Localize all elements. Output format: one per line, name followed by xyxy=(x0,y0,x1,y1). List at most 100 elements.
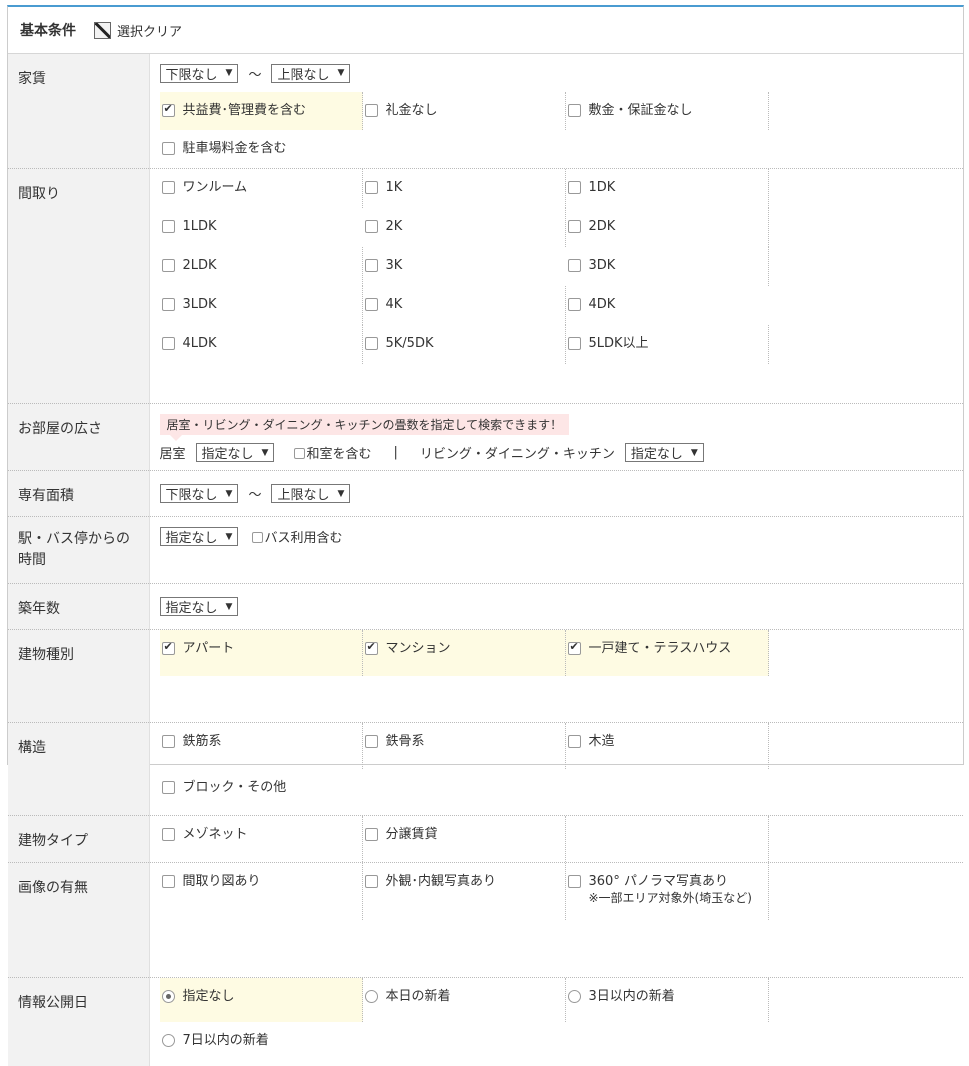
option-label: ブロック・その他 xyxy=(183,779,287,796)
row-label-building-type: 建物タイプ xyxy=(8,816,149,863)
option-text: 指定なし xyxy=(183,989,235,1004)
range-tilde: ～ xyxy=(248,484,261,503)
clear-selection-label: 選択クリア xyxy=(117,21,182,40)
checkbox-option[interactable]: 4DK xyxy=(566,286,769,325)
clear-selection-button[interactable]: 選択クリア xyxy=(94,21,182,40)
radio-icon xyxy=(162,990,175,1003)
checkbox-option[interactable]: 1K xyxy=(363,169,566,208)
area-max-select[interactable]: 上限なし▼ xyxy=(271,484,350,503)
washitsu-checkbox[interactable]: 和室を含む xyxy=(294,443,371,462)
separator: | xyxy=(393,445,397,460)
option-text: 5LDK以上 xyxy=(589,336,649,351)
row-layout: 間取り ワンルーム 1K 1DK 1LDK 2K 2DK 2LDK 3K 3DK 3LDK 4K 4D… xyxy=(8,169,963,404)
checkbox-icon xyxy=(162,337,175,350)
checkbox-option[interactable]: 3LDK xyxy=(160,286,363,325)
room-label: 居室 xyxy=(160,443,186,462)
rent-min-select[interactable]: 下限なし▼ xyxy=(160,64,239,83)
chevron-down-icon: ▼ xyxy=(262,448,269,458)
option-text: 2K xyxy=(386,219,403,234)
checkbox-option[interactable]: 3K xyxy=(363,247,566,286)
checkbox-icon xyxy=(365,875,378,888)
row-age: 築年数 指定なし▼ xyxy=(8,584,963,630)
radio-icon xyxy=(568,990,581,1003)
option-text: 駐車場料金を含む xyxy=(183,141,287,156)
checkbox-option[interactable]: マンション xyxy=(363,630,566,676)
bus-checkbox[interactable]: バス利用含む xyxy=(252,527,342,546)
option-text: 3日以内の新着 xyxy=(589,989,675,1004)
checkbox-option[interactable]: 2LDK xyxy=(160,247,363,286)
option-label: 分譲賃貸 xyxy=(386,826,438,843)
option-text: 外観･内観写真あり xyxy=(386,874,497,889)
checkbox-icon xyxy=(162,220,175,233)
row-label-layout: 間取り xyxy=(8,169,149,404)
checkbox-icon xyxy=(252,532,263,543)
option-text: 敷金・保証金なし xyxy=(589,103,693,118)
checkbox-icon xyxy=(162,828,175,841)
radio-option[interactable]: 指定なし xyxy=(160,978,363,1022)
option-text: 3DK xyxy=(589,258,616,273)
checkbox-option[interactable]: 3DK xyxy=(566,247,769,286)
checkbox-option[interactable]: メゾネット xyxy=(160,816,363,862)
option-text: ブロック・その他 xyxy=(183,780,287,795)
checkbox-option[interactable]: 間取り図あり xyxy=(160,863,363,920)
option-label: 1K xyxy=(386,179,403,196)
checkbox-option[interactable]: 2DK xyxy=(566,208,769,247)
radio-option[interactable]: 3日以内の新着 xyxy=(566,978,769,1022)
checkbox-icon xyxy=(162,875,175,888)
checkbox-icon xyxy=(568,642,581,655)
area-min-select[interactable]: 下限なし▼ xyxy=(160,484,239,503)
checkbox-option[interactable]: 2K xyxy=(363,208,566,247)
building-type-options: メゾネット 分譲賃貸 xyxy=(160,816,964,862)
checkbox-option[interactable]: 4LDK xyxy=(160,325,363,364)
row-label-area: 専有面積 xyxy=(8,471,149,517)
option-label: 本日の新着 xyxy=(386,988,451,1005)
room-size-select[interactable]: 指定なし▼ xyxy=(196,443,275,462)
checkbox-option[interactable]: 5LDK以上 xyxy=(566,325,769,364)
checkbox-option[interactable]: ワンルーム xyxy=(160,169,363,208)
checkbox-option[interactable]: 外観･内観写真あり xyxy=(363,863,566,920)
option-text: 一戸建て・テラスハウス xyxy=(589,641,732,656)
checkbox-icon xyxy=(365,259,378,272)
option-label: 360° パノラマ写真あり※一部エリア対象外(埼玉など) xyxy=(589,873,752,907)
checkbox-option[interactable]: 鉄骨系 xyxy=(363,723,566,769)
checkbox-option[interactable]: アパート xyxy=(160,630,363,676)
rent-max-select[interactable]: 上限なし▼ xyxy=(271,64,350,83)
row-room-size: お部屋の広さ 居室・リビング・ダイニング・キッチンの畳数を指定して検索できます！… xyxy=(8,404,963,471)
checkbox-option[interactable]: 鉄筋系 xyxy=(160,723,363,769)
option-label: 4DK xyxy=(589,296,616,313)
checkbox-option[interactable]: ブロック・その他 xyxy=(160,769,363,815)
option-label: 2LDK xyxy=(183,257,217,274)
checkbox-option[interactable]: 敷金・保証金なし xyxy=(566,92,769,130)
option-text: 3LDK xyxy=(183,297,217,312)
checkbox-option[interactable]: 一戸建て・テラスハウス xyxy=(566,630,769,676)
radio-option[interactable]: 7日以内の新着 xyxy=(160,1022,363,1066)
checkbox-icon xyxy=(365,642,378,655)
building-kind-options: アパートマンション 一戸建て・テラスハウス xyxy=(160,630,964,722)
empty-cell xyxy=(160,676,363,722)
empty-cell xyxy=(160,364,363,403)
option-text: 1K xyxy=(386,180,403,195)
checkbox-option[interactable]: 1DK xyxy=(566,169,769,208)
age-select[interactable]: 指定なし▼ xyxy=(160,597,239,616)
option-label: 外観･内観写真あり xyxy=(386,873,497,890)
ldk-size-select[interactable]: 指定なし▼ xyxy=(625,443,704,462)
checkbox-option[interactable]: 4K xyxy=(363,286,566,325)
checkbox-option[interactable]: 木造 xyxy=(566,723,769,769)
checkbox-option[interactable]: 礼金なし xyxy=(363,92,566,130)
station-time-select[interactable]: 指定なし▼ xyxy=(160,527,239,546)
checkbox-option[interactable]: 1LDK xyxy=(160,208,363,247)
checkbox-option[interactable]: 5K/5DK xyxy=(363,325,566,364)
option-text: 1DK xyxy=(589,180,616,195)
row-label-images: 画像の有無 xyxy=(8,863,149,978)
option-label: 駐車場料金を含む xyxy=(183,140,287,157)
row-building-kind: 建物種別 アパートマンション一戸建て・テラスハウス xyxy=(8,630,963,723)
option-text: 1LDK xyxy=(183,219,217,234)
radio-option[interactable]: 本日の新着 xyxy=(363,978,566,1022)
option-text: 4LDK xyxy=(183,336,217,351)
checkbox-option[interactable]: 360° パノラマ写真あり※一部エリア対象外(埼玉など) xyxy=(566,863,769,920)
checkbox-option[interactable]: 共益費･管理費を含む xyxy=(160,92,363,130)
checkbox-option[interactable]: 分譲賃貸 xyxy=(363,816,566,862)
checkbox-option[interactable]: 駐車場料金を含む xyxy=(160,130,363,168)
row-rent: 家賃 下限なし▼ ～ 上限なし▼ 共益費･管理費を含む礼金なし敷金・保証金なし駐… xyxy=(8,54,963,169)
option-label: 3日以内の新着 xyxy=(589,988,675,1005)
